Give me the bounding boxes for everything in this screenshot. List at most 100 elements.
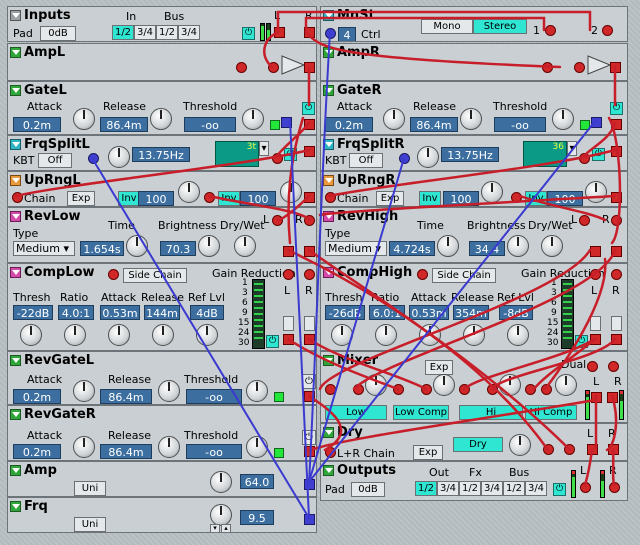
reflvl-value[interactable]: 4dB: [190, 305, 224, 320]
dry-button[interactable]: Dry: [453, 437, 503, 452]
threshold-knob[interactable]: [242, 108, 264, 130]
freq-mod-jack[interactable]: [399, 153, 410, 164]
ch3-input-l[interactable]: [459, 384, 470, 395]
attack-value[interactable]: 0.2m: [13, 117, 61, 132]
output-jack[interactable]: [610, 62, 621, 73]
frequency-knob[interactable]: [417, 146, 439, 168]
ch3-input-r[interactable]: [487, 384, 498, 395]
ratio-value[interactable]: 4.0:1: [58, 305, 94, 320]
sidechain-jack[interactable]: [108, 269, 119, 280]
input-jack-r[interactable]: [611, 215, 622, 226]
kbt-selector[interactable]: Off: [349, 153, 383, 168]
in-channel-3-4[interactable]: 3/4: [134, 25, 156, 40]
input-jack-r[interactable]: [611, 269, 622, 280]
time-value[interactable]: 1.654s: [80, 241, 124, 256]
bypass-l[interactable]: [283, 316, 294, 331]
reflvl-knob[interactable]: [507, 324, 529, 346]
mono-button[interactable]: Mono: [421, 19, 473, 34]
exp-button[interactable]: Exp: [425, 360, 453, 375]
release-knob[interactable]: [158, 380, 180, 402]
release-knob[interactable]: [150, 108, 172, 130]
input-jack-l[interactable]: [283, 269, 294, 280]
brightness-value[interactable]: 70.3: [160, 241, 196, 256]
attack-knob[interactable]: [73, 380, 95, 402]
output-jack[interactable]: [304, 119, 315, 130]
input-jack[interactable]: [12, 192, 23, 203]
inv-button-2[interactable]: Inv: [218, 191, 240, 206]
ctrl-value[interactable]: 4: [338, 27, 356, 41]
threshold-value[interactable]: -oo: [494, 117, 546, 132]
bus-channel-1-2[interactable]: 1/2: [156, 25, 178, 40]
exp-button[interactable]: Exp: [413, 445, 443, 460]
threshold-value[interactable]: -oo: [186, 389, 242, 404]
channel-hi-comp[interactable]: Hi Comp: [525, 405, 577, 420]
output-jack[interactable]: [304, 192, 315, 203]
control-output-jack[interactable]: [281, 117, 292, 128]
attack-value[interactable]: 0.2m: [13, 389, 61, 404]
pad-selector[interactable]: 0dB: [351, 482, 385, 497]
exp-button[interactable]: Exp: [376, 191, 404, 206]
frequency-value[interactable]: 13.75Hz: [441, 147, 499, 162]
input-jack-2[interactable]: [602, 25, 613, 36]
collapse-arrow-icon[interactable]: [10, 465, 21, 476]
range-knob-1[interactable]: [178, 181, 200, 203]
output-jack-l[interactable]: [283, 246, 294, 257]
stereo-button[interactable]: Stereo: [473, 19, 527, 34]
threshold-value[interactable]: -oo: [184, 117, 236, 132]
freq-mod-jack[interactable]: [88, 153, 99, 164]
input-jack-l[interactable]: [590, 269, 601, 280]
side-chain-button[interactable]: Side Chain: [123, 268, 187, 283]
step-down-button[interactable]: ▾: [210, 524, 220, 532]
bus-channel-1-2[interactable]: 1/2: [503, 481, 525, 496]
ch2-input-l[interactable]: [393, 384, 404, 395]
output-jack-l[interactable]: [587, 444, 598, 455]
bypass-r[interactable]: [611, 316, 622, 331]
dual-jack-l[interactable]: [587, 361, 598, 372]
ch4-input-l[interactable]: [525, 384, 536, 395]
collapse-arrow-icon[interactable]: [10, 175, 21, 186]
reflvl-value[interactable]: -8dB: [499, 305, 533, 320]
bypass-l[interactable]: [590, 316, 601, 331]
bus-channel-3-4[interactable]: 3/4: [525, 481, 547, 496]
threshold-knob[interactable]: [552, 108, 574, 130]
output-jack[interactable]: [611, 119, 622, 130]
input-jack[interactable]: [236, 62, 247, 73]
power-icon[interactable]: ⏻: [610, 102, 623, 115]
power-icon[interactable]: ⏻: [302, 430, 316, 445]
amp-knob[interactable]: [210, 471, 232, 493]
release-knob[interactable]: [463, 324, 485, 346]
fx-channel-1-2[interactable]: 1/2: [459, 481, 481, 496]
kbt-selector[interactable]: Off: [38, 153, 72, 168]
output-jack[interactable]: [304, 514, 315, 525]
uni-button[interactable]: Uni: [74, 517, 106, 532]
output-jack[interactable]: [611, 192, 622, 203]
range-value-2[interactable]: 100: [240, 191, 276, 206]
release-value[interactable]: 86.4m: [100, 389, 152, 404]
channel-low[interactable]: Low: [325, 405, 387, 420]
collapse-arrow-icon[interactable]: [10, 10, 21, 21]
time-knob[interactable]: [126, 235, 148, 257]
ch4-level-knob[interactable]: [555, 374, 577, 396]
release-value[interactable]: 86.4m: [100, 444, 152, 459]
dry-level-knob[interactable]: [509, 434, 531, 456]
chain-input-jack[interactable]: [325, 447, 336, 458]
ch4-input-r[interactable]: [541, 384, 552, 395]
bypass-r[interactable]: [304, 316, 315, 331]
ch1-input-r[interactable]: [353, 384, 364, 395]
channel-low-comp[interactable]: Low Comp: [393, 405, 449, 420]
collapse-arrow-icon[interactable]: [323, 427, 334, 438]
ch1-input-l[interactable]: [325, 384, 336, 395]
filter-type-dropdown[interactable]: ▾: [567, 141, 577, 156]
type-dropdown[interactable]: Medium ▾: [13, 241, 75, 256]
output-jack-r[interactable]: [304, 246, 315, 257]
attack-value[interactable]: 0.2m: [325, 117, 373, 132]
type-dropdown[interactable]: Medium ▾: [325, 241, 387, 256]
mod-jack[interactable]: [204, 192, 215, 203]
attack-value[interactable]: 0.53m: [100, 305, 140, 320]
input-jack-l[interactable]: [272, 215, 283, 226]
attack-value[interactable]: 0.2m: [13, 444, 61, 459]
sidechain-jack[interactable]: [417, 269, 428, 280]
collapse-arrow-icon[interactable]: [323, 139, 334, 150]
ratio-value[interactable]: 6.0:1: [369, 305, 405, 320]
input-jack[interactable]: [272, 153, 283, 164]
